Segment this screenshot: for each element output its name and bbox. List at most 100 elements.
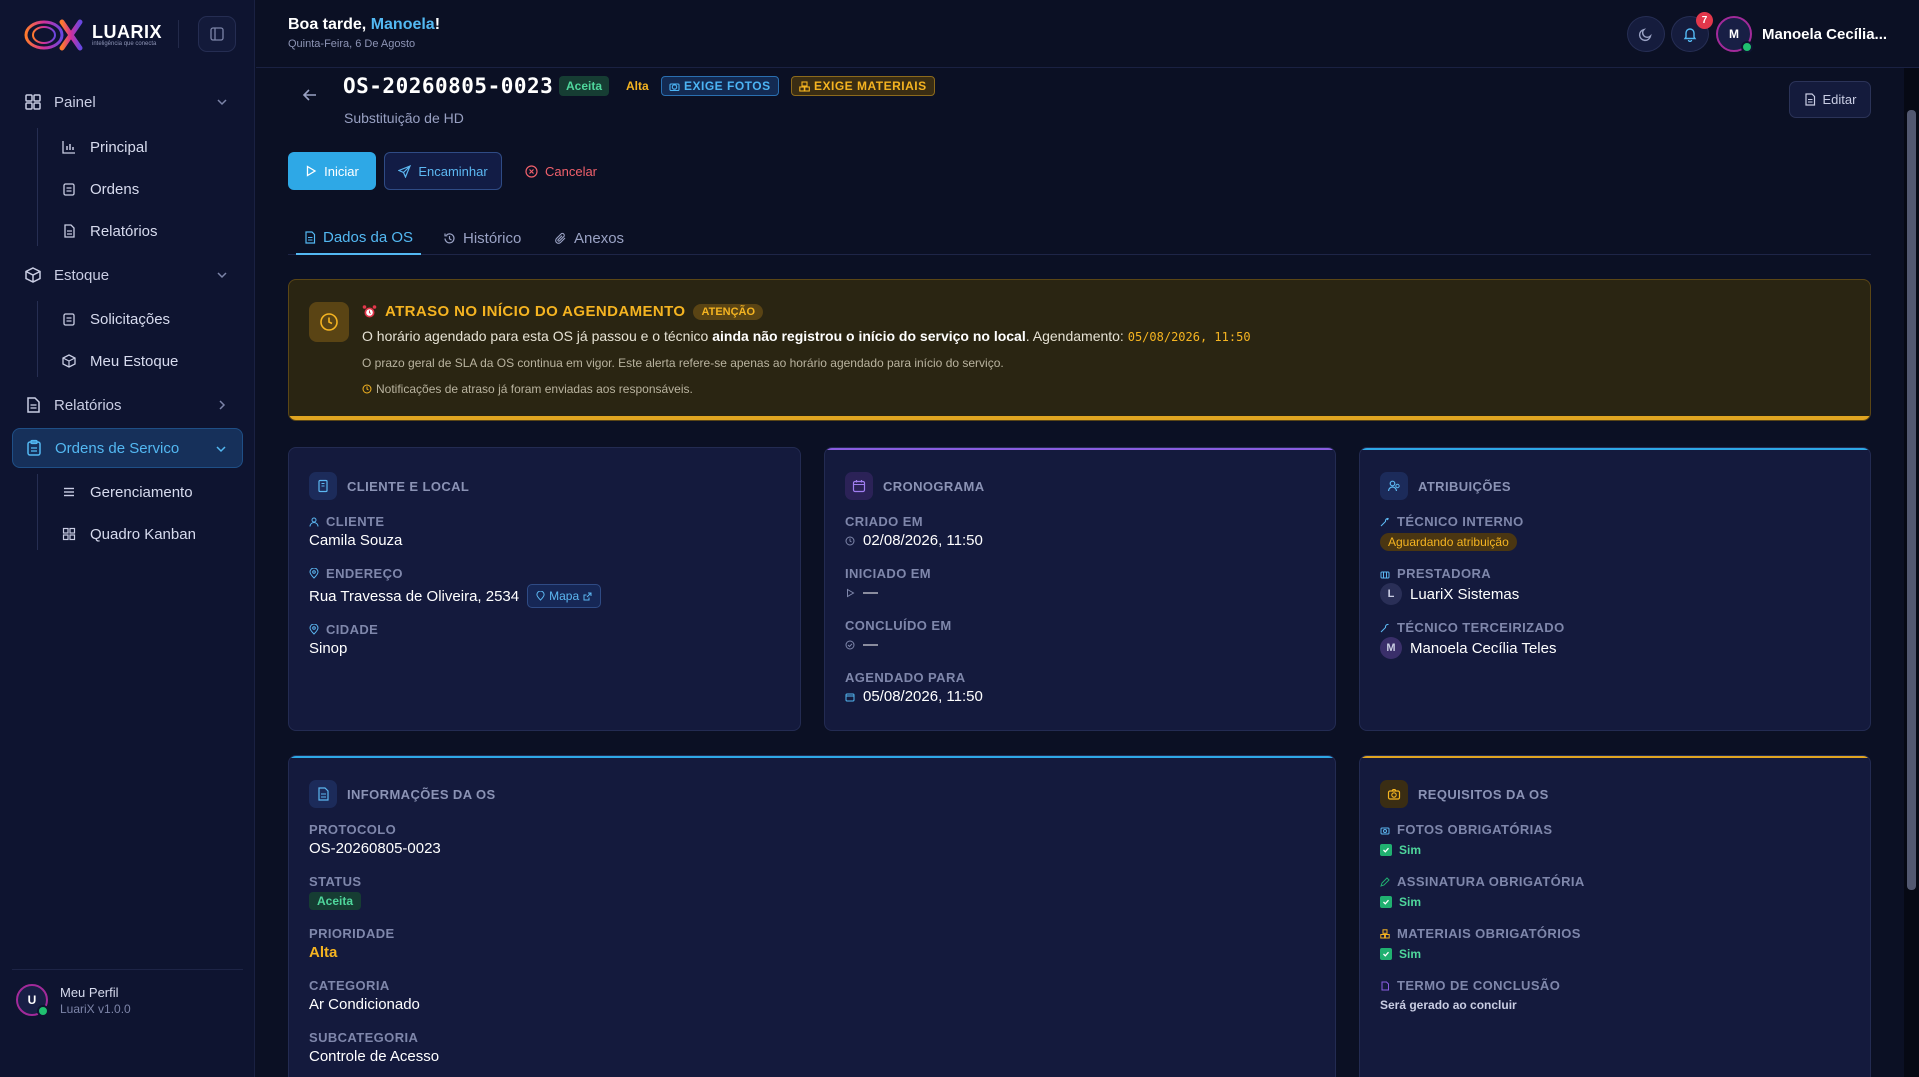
scheduled-row: 05/08/2026, 11:50	[845, 688, 983, 705]
luarix-logo-icon	[24, 19, 83, 51]
sidebar-item-solicitacoes[interactable]: Solicitações	[62, 302, 170, 336]
field-label: STATUS	[309, 874, 362, 889]
x-circle-icon	[525, 164, 538, 178]
bar-chart-icon	[62, 141, 75, 154]
scheduled-value: 05/08/2026, 11:50	[863, 688, 983, 705]
tab-dados-da-os[interactable]: Dados da OS	[296, 222, 422, 255]
outsourced-row: M Manoela Cecília Teles	[1380, 637, 1556, 659]
subcategory-value: Controle de Acesso	[309, 1048, 440, 1065]
chevron-down-icon	[217, 272, 227, 279]
edit-button[interactable]: Editar	[1789, 81, 1871, 118]
forward-button[interactable]: Encaminhar	[384, 152, 502, 190]
play-icon	[307, 165, 317, 177]
sidebar-item-principal[interactable]: Principal	[62, 130, 148, 164]
chevron-down-icon	[216, 446, 226, 453]
notification-count-badge: 7	[1696, 12, 1713, 29]
outsourced-tech-label: TÉCNICO TERCEIRIZADO	[1397, 620, 1565, 635]
started-row: —	[845, 584, 878, 601]
city-value: Sinop	[309, 640, 348, 657]
nav-group-ordens-de-servico[interactable]: Ordens de Servico	[12, 428, 243, 468]
wrench-icon	[1380, 517, 1389, 526]
card-title: CRONOGRAMA	[883, 478, 985, 494]
sidebar-item-meu-estoque[interactable]: Meu Estoque	[62, 344, 178, 378]
users-icon	[1380, 472, 1408, 500]
card-header: INFORMAÇÕES DA OS	[309, 780, 496, 808]
card-title: INFORMAÇÕES DA OS	[347, 786, 496, 802]
field-label: ENDEREÇO	[309, 566, 403, 581]
edit-document-icon	[1804, 93, 1815, 106]
current-date: Quinta-Feira, 6 De Agosto	[288, 38, 416, 50]
tab-label: Dados da OS	[323, 229, 414, 246]
cancel-button[interactable]: Cancelar	[516, 152, 606, 190]
client-card: CLIENTE E LOCAL CLIENTE Camila Souza END…	[288, 447, 801, 731]
field-label: TERMO DE CONCLUSÃO	[1380, 978, 1560, 993]
field-label: PRESTADORA	[1380, 566, 1491, 581]
logo-divider	[178, 20, 179, 48]
delay-alert: ATRASO NO INÍCIO DO AGENDAMENTO ATENÇÃO …	[288, 279, 1871, 421]
sidebar-item-label: Solicitações	[90, 310, 171, 328]
sidebar-item-ordens[interactable]: Ordens	[62, 172, 139, 206]
tab-bar: Dados da OS Histórico Anexos	[288, 222, 1871, 255]
moon-icon	[1638, 28, 1652, 42]
scrollbar-thumb[interactable]	[1907, 110, 1916, 890]
send-icon	[398, 164, 412, 178]
document-icon	[27, 397, 40, 413]
map-link[interactable]: Mapa	[527, 584, 602, 608]
brand-name: LUARIX	[92, 22, 162, 42]
user-name: Manoela Cecília...	[1762, 25, 1888, 43]
clipboard-list-icon	[27, 439, 41, 456]
back-button[interactable]	[298, 83, 322, 107]
card-accent	[1360, 448, 1870, 450]
nav-group-estoque[interactable]: Estoque	[12, 255, 243, 295]
nav-group-label: Painel	[54, 93, 96, 111]
field-label: TÉCNICO INTERNO	[1380, 514, 1524, 529]
menu-icon	[64, 487, 74, 497]
finished-value: —	[863, 636, 878, 653]
profile-name: Meu Perfil	[60, 984, 119, 1000]
alert-text-a: O horário agendado para esta OS já passo…	[362, 328, 713, 344]
start-button[interactable]: Iniciar	[288, 152, 376, 190]
map-link-label: Mapa	[549, 589, 580, 603]
provider-value: LuariX Sistemas	[1410, 585, 1520, 603]
notifications-button[interactable]: 7	[1671, 12, 1713, 52]
wrench-icon	[1380, 623, 1389, 632]
sidebar-item-gerenciamento[interactable]: Gerenciamento	[62, 475, 193, 509]
requires-materials-label: EXIGE MATERIAIS	[814, 79, 927, 93]
address-value: Rua Travessa de Oliveira, 2534	[309, 587, 520, 605]
camera-icon	[669, 82, 680, 91]
theme-toggle-button[interactable]	[1627, 16, 1665, 52]
sidebar-toggle-icon	[210, 27, 224, 41]
sidebar-item-quadro-kanban[interactable]: Quadro Kanban	[62, 517, 196, 551]
internal-tech-row: Aguardando atribuição	[1380, 533, 1517, 551]
collapse-sidebar-button[interactable]	[198, 16, 236, 52]
clipboard-icon	[63, 183, 75, 196]
card-header: REQUISITOS DA OS	[1380, 780, 1549, 808]
protocol-value: OS-20260805-0023	[309, 840, 441, 857]
sidebar-item-relatorios[interactable]: Relatórios	[62, 214, 158, 248]
tab-historico[interactable]: Histórico	[435, 222, 529, 255]
map-pin-icon	[309, 624, 319, 635]
online-status-dot	[1741, 41, 1753, 53]
status-row: Aceita	[309, 892, 362, 910]
field-label: TÉCNICO TERCEIRIZADO	[1380, 620, 1565, 635]
alert-title-text: ATRASO NO INÍCIO DO AGENDAMENTO	[385, 303, 686, 320]
sidebar-profile[interactable]: U Meu Perfil LuariX v1.0.0	[16, 984, 131, 1017]
card-header: CLIENTE E LOCAL	[309, 472, 469, 500]
tab-anexos[interactable]: Anexos	[546, 222, 632, 255]
user-menu[interactable]: M Manoela Cecília...	[1716, 16, 1888, 53]
signature-label: ASSINATURA OBRIGATÓRIA	[1397, 874, 1585, 889]
sidebar-item-label: Quadro Kanban	[90, 525, 196, 543]
requires-photos-badge: EXIGE FOTOS	[661, 76, 779, 96]
address-label: ENDEREÇO	[326, 566, 403, 581]
logo: LUARIX inteligência que conecta	[22, 18, 162, 52]
app-version: LuariX v1.0.0	[60, 1001, 131, 1016]
card-title: CLIENTE E LOCAL	[347, 478, 470, 494]
finished-row: —	[845, 636, 878, 653]
brand-tagline: inteligência que conecta	[92, 41, 157, 47]
nav-group-painel[interactable]: Painel	[12, 82, 243, 122]
tree-line	[37, 128, 38, 246]
nav-group-relatorios[interactable]: Relatórios	[12, 385, 243, 425]
greeting: Boa tarde, Manoela!	[288, 16, 440, 34]
history-icon	[444, 233, 455, 244]
package-icon	[25, 267, 41, 283]
